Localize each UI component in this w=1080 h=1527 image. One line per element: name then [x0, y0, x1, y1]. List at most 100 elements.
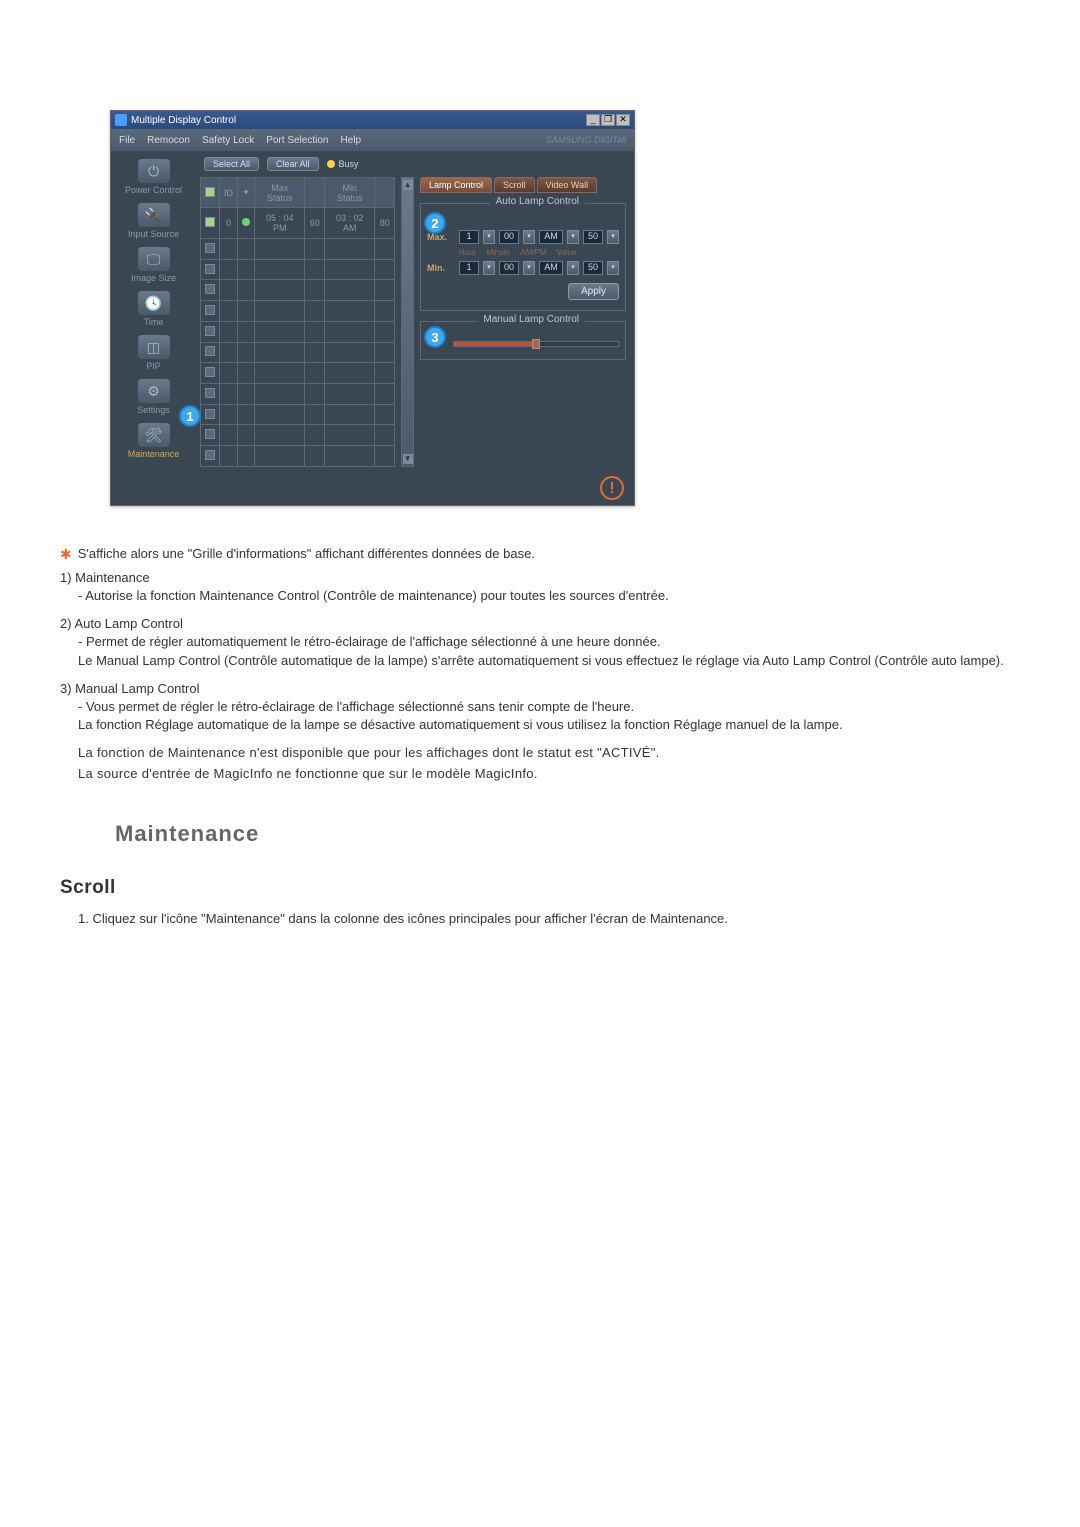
emphasis-magicinfo: La source d'entrée de MagicInfo ne fonct…	[60, 766, 1020, 781]
min-label: Min.	[427, 263, 455, 273]
table-row[interactable]	[201, 321, 395, 342]
table-row[interactable]	[201, 238, 395, 259]
min-minute-input[interactable]: 00	[499, 261, 519, 275]
table-row[interactable]	[201, 363, 395, 384]
heading-maintenance: Maintenance	[115, 821, 1020, 847]
table-row[interactable]	[201, 425, 395, 446]
dropdown-icon[interactable]: ▾	[483, 261, 495, 275]
menu-port-selection[interactable]: Port Selection	[266, 135, 328, 146]
grid-scrollbar[interactable]: ▲ ▼	[401, 177, 414, 467]
scroll-up-icon[interactable]: ▲	[403, 180, 413, 190]
brand-label: SAMSUNG DIGITall	[546, 135, 626, 145]
row-checkbox[interactable]	[205, 326, 215, 336]
row-checkbox[interactable]	[205, 450, 215, 460]
auto-lamp-min-row: Min. 1 ▾ 00 ▾ AM ▾ 50 ▾	[427, 261, 619, 275]
apply-button[interactable]: Apply	[568, 283, 619, 300]
col-status-icon: ✦	[238, 178, 255, 208]
item3-head: 3) Manual Lamp Control	[60, 681, 1020, 696]
table-row[interactable]	[201, 301, 395, 322]
col-min-status: Min Status	[325, 178, 375, 208]
dropdown-icon[interactable]: ▾	[523, 261, 535, 275]
sidebar-item-maintenance[interactable]: 🛠 Maintenance	[116, 419, 191, 463]
tab-video-wall[interactable]: Video Wall	[537, 177, 598, 193]
window-controls: _ ❐ ✕	[586, 114, 630, 126]
menu-help[interactable]: Help	[340, 135, 361, 146]
sidebar-item-time[interactable]: 🕓 Time	[116, 287, 191, 331]
row-checkbox[interactable]	[205, 409, 215, 419]
table-row[interactable]	[201, 259, 395, 280]
dropdown-icon[interactable]: ▾	[567, 230, 579, 244]
sublabel-minute: Minute	[486, 248, 510, 257]
table-row[interactable]: 0 05 : 04 PM 60 03 : 02 AM 80	[201, 208, 395, 238]
row-checkbox[interactable]	[205, 264, 215, 274]
row-checkbox[interactable]	[205, 388, 215, 398]
busy-label: Busy	[339, 159, 359, 169]
row-checkbox[interactable]	[205, 217, 215, 227]
sublabel-value: Value	[557, 248, 577, 257]
manual-lamp-panel: 3 Manual Lamp Control 50	[420, 321, 626, 360]
row-checkbox[interactable]	[205, 284, 215, 294]
sidebar-item-image[interactable]: 🖵 Image Size	[116, 243, 191, 287]
sidebar-label-power: Power Control	[116, 185, 191, 195]
right-panel: Lamp Control Scroll Video Wall 2 Auto La…	[420, 177, 630, 467]
max-hour-input[interactable]: 1	[459, 230, 479, 244]
max-ampm-input[interactable]: AM	[539, 230, 563, 244]
sidebar-label-input: Input Source	[116, 229, 191, 239]
minimize-button[interactable]: _	[586, 114, 600, 126]
dropdown-icon[interactable]: ▾	[607, 230, 619, 244]
table-row[interactable]	[201, 342, 395, 363]
dropdown-icon[interactable]: ▾	[607, 261, 619, 275]
dropdown-icon[interactable]: ▾	[523, 230, 535, 244]
row-checkbox[interactable]	[205, 243, 215, 253]
clear-all-button[interactable]: Clear All	[267, 157, 319, 171]
app-icon	[115, 114, 127, 126]
menu-file[interactable]: File	[119, 135, 135, 146]
table-row[interactable]	[201, 446, 395, 467]
sidebar-label-image: Image Size	[116, 273, 191, 283]
select-all-button[interactable]: Select All	[204, 157, 259, 171]
tab-lamp-control[interactable]: Lamp Control	[420, 177, 492, 193]
item2-body-1: - Permet de régler automatiquement le ré…	[78, 633, 1020, 652]
sidebar-item-pip[interactable]: ◫ PIP	[116, 331, 191, 375]
table-row[interactable]	[201, 384, 395, 405]
table-row[interactable]	[201, 280, 395, 301]
col-max-status: Max Status	[255, 178, 305, 208]
max-minute-input[interactable]: 00	[499, 230, 519, 244]
callout-1: 1	[179, 405, 201, 427]
min-value-input[interactable]: 50	[583, 261, 603, 275]
dropdown-icon[interactable]: ▾	[483, 230, 495, 244]
star-icon: ✱	[60, 546, 72, 562]
document-body: ✱ S'affiche alors une "Grille d'informat…	[60, 546, 1020, 926]
max-value-input[interactable]: 50	[583, 230, 603, 244]
menu-remocon[interactable]: Remocon	[147, 135, 190, 146]
row-checkbox[interactable]	[205, 346, 215, 356]
manual-lamp-title: Manual Lamp Control	[477, 314, 585, 325]
power-icon: ⏻	[138, 159, 170, 183]
maintenance-icon: 🛠	[138, 423, 170, 447]
min-hour-input[interactable]: 1	[459, 261, 479, 275]
cell-max: 05 : 04 PM	[255, 208, 305, 238]
lamp-slider[interactable]	[453, 341, 619, 347]
row-checkbox[interactable]	[205, 367, 215, 377]
callout-3: 3	[424, 326, 446, 348]
restore-button[interactable]: ❐	[601, 114, 615, 126]
scroll-down-icon[interactable]: ▼	[403, 454, 413, 464]
slider-thumb[interactable]	[532, 339, 540, 349]
row-checkbox[interactable]	[205, 305, 215, 315]
min-ampm-input[interactable]: AM	[539, 261, 563, 275]
sublabel-hour: Hour	[459, 248, 476, 257]
input-source-icon: 🔌	[138, 203, 170, 227]
table-row[interactable]	[201, 404, 395, 425]
item2-head: 2) Auto Lamp Control	[60, 616, 1020, 631]
close-button[interactable]: ✕	[616, 114, 630, 126]
tab-scroll[interactable]: Scroll	[494, 177, 535, 193]
sidebar-item-power[interactable]: ⏻ Power Control	[116, 155, 191, 199]
menu-safety-lock[interactable]: Safety Lock	[202, 135, 254, 146]
status-dot-icon	[242, 218, 250, 226]
dropdown-icon[interactable]: ▾	[567, 261, 579, 275]
info-grid-note: S'affiche alors une "Grille d'informatio…	[78, 546, 535, 562]
row-checkbox[interactable]	[205, 429, 215, 439]
header-checkbox[interactable]	[205, 187, 215, 197]
status-bar: !	[111, 471, 634, 505]
sidebar-item-input[interactable]: 🔌 Input Source	[116, 199, 191, 243]
